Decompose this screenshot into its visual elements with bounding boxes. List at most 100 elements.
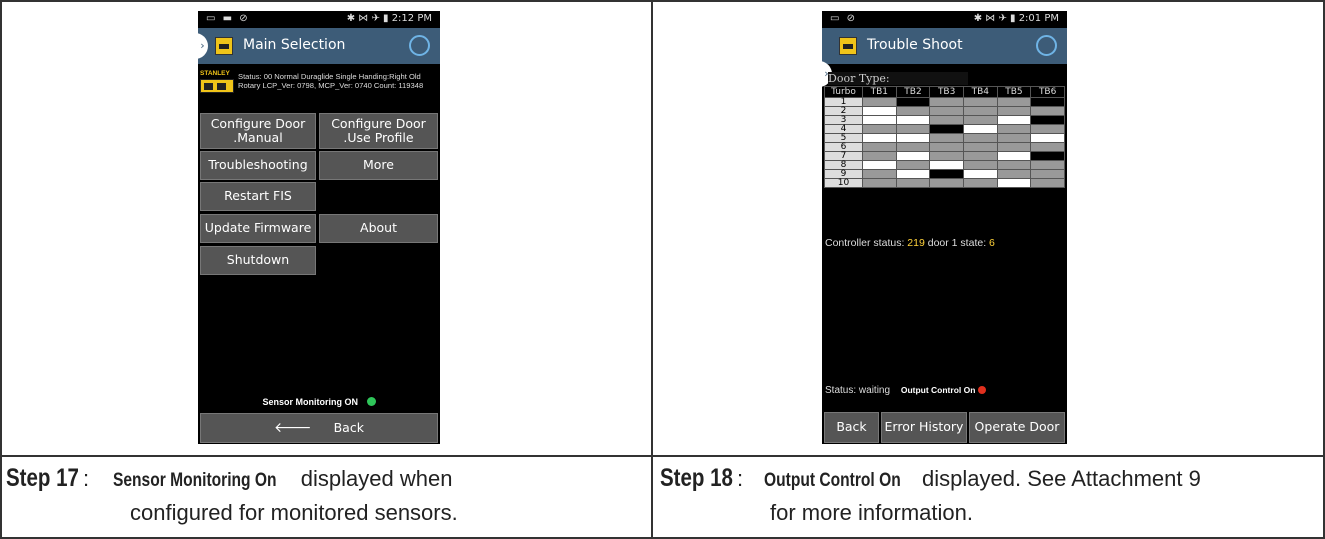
configure-door-profile-button[interactable]: Configure Door .Use Profile (319, 113, 438, 149)
grid-cell (895, 97, 931, 107)
grid-header: Turbo (824, 86, 863, 98)
status-right: ✱ ⋈ ✈ ▮ 2:01 PM (973, 13, 1059, 24)
step-18-text: displayed. See Attachment 9 (915, 466, 1201, 491)
grid-cell (962, 97, 998, 107)
grid-cell (895, 151, 931, 161)
grid-cell (1030, 151, 1065, 161)
grid-header: TB2 (895, 86, 931, 98)
step-17-bold: Sensor Monitoring On (113, 470, 277, 491)
error-history-button[interactable]: Error History (881, 412, 967, 443)
notification-icons: ▭ ⊘ (830, 13, 858, 24)
grid-cell (929, 178, 964, 188)
status-waiting-text: Status: waiting (825, 385, 891, 396)
step-18-number: Step 18 (660, 464, 733, 492)
back-button[interactable]: Back (824, 412, 879, 443)
shutdown-button[interactable]: Shutdown (200, 246, 316, 275)
grid-cell (929, 124, 964, 134)
controller-status-value: 219 (907, 237, 925, 249)
configure-door-manual-button[interactable]: Configure Door .Manual (200, 113, 316, 149)
grid-cell (996, 151, 1032, 161)
device-info: STANLEY Status: 00 Normal Duraglide Sing… (200, 67, 438, 111)
page-title: Trouble Shoot (867, 37, 963, 53)
operate-door-button[interactable]: Operate Door (969, 412, 1065, 443)
grid-cell (895, 178, 931, 188)
restart-fis-button[interactable]: Restart FIS (200, 182, 316, 211)
grid-cell (929, 142, 964, 152)
more-button[interactable]: More (319, 151, 438, 180)
status-bar: ▭ ⊘ ✱ ⋈ ✈ ▮ 2:01 PM (822, 11, 1067, 28)
grid-cell (895, 169, 931, 179)
grid-cell (862, 124, 897, 134)
step-17-caption: Step 17: Sensor Monitoring On displayed … (6, 464, 453, 492)
grid-row: 5 (824, 133, 1065, 143)
back-button[interactable]: 🡐 Back (200, 413, 438, 443)
grid-header: TB5 (996, 86, 1032, 98)
grid-cell (962, 160, 998, 170)
grid-row: 8 (824, 160, 1065, 170)
left-phone-screen: ▭ ▬ ⊘ ✱ ⋈ ✈ ▮ 2:12 PM › Main Selection S… (198, 11, 440, 444)
drawer-toggle-icon[interactable]: › (198, 33, 208, 59)
grid-cell (962, 106, 998, 116)
grid-cell (929, 106, 964, 116)
step-17-text: displayed when (294, 466, 453, 491)
grid-cell (929, 115, 964, 125)
troubleshooting-button[interactable]: Troubleshooting (200, 151, 316, 180)
grid-cell (996, 142, 1032, 152)
grid-cell (862, 178, 897, 188)
grid-header: TB4 (962, 86, 998, 98)
notification-icons: ▭ ▬ ⊘ (206, 13, 250, 24)
left-caption-divider (0, 455, 651, 457)
grid-row-label: 10 (824, 178, 863, 188)
grid-cell (862, 97, 897, 107)
grid-cell (929, 151, 964, 161)
door-state-value: 6 (989, 237, 995, 249)
right-phone-screen: ▭ ⊘ ✱ ⋈ ✈ ▮ 2:01 PM Trouble Shoot › Door… (822, 11, 1067, 444)
device-status-text: Status: 00 Normal Duraglide Single Handi… (238, 72, 424, 90)
grid-cell (1030, 97, 1065, 107)
grid-cell (962, 124, 998, 134)
grid-cell (895, 115, 931, 125)
grid-cell (862, 133, 897, 143)
grid-cell (895, 106, 931, 116)
grid-row: 2 (824, 106, 1065, 116)
step-17-number: Step 17 (6, 464, 79, 492)
update-firmware-button[interactable]: Update Firmware (200, 214, 316, 243)
grid-cell (1030, 106, 1065, 116)
grid-cell (996, 124, 1032, 134)
grid-cell (862, 160, 897, 170)
grid-cell (962, 178, 998, 188)
grid-cell (929, 133, 964, 143)
status-line: Status: waiting Output Control On (825, 385, 987, 396)
grid-header: TB6 (1030, 86, 1065, 98)
grid-row: 10 (824, 178, 1065, 188)
grid-cell (929, 169, 964, 179)
grid-cell (1030, 124, 1065, 134)
grid-cell (1030, 133, 1065, 143)
grid-cell (996, 115, 1032, 125)
right-caption-divider (653, 455, 1325, 457)
grid-cell (929, 160, 964, 170)
grid-cell (895, 142, 931, 152)
loading-spinner-icon (409, 35, 430, 56)
grid-cell (862, 142, 897, 152)
grid-cell (895, 160, 931, 170)
about-button[interactable]: About (319, 214, 438, 243)
grid-row: 7 (824, 151, 1065, 161)
back-button-label: Back (333, 419, 364, 435)
grid-cell (962, 169, 998, 179)
app-bar: Trouble Shoot (822, 28, 1067, 64)
step-18-bold: Output Control On (764, 470, 901, 491)
status-right: ✱ ⋈ ✈ ▮ 2:12 PM (346, 13, 432, 24)
panel-divider (651, 0, 653, 539)
grid-cell (996, 178, 1032, 188)
grid-cell (895, 133, 931, 143)
loading-spinner-icon (1036, 35, 1057, 56)
step-18-caption-line2: for more information. (770, 500, 973, 525)
output-control-label: Output Control On (900, 385, 976, 395)
grid-row: 1 (824, 97, 1065, 107)
app-logo-icon (215, 37, 233, 55)
grid-cell (996, 169, 1032, 179)
grid-header: TB3 (929, 86, 964, 98)
grid-cell (962, 151, 998, 161)
grid-cell (1030, 178, 1065, 188)
